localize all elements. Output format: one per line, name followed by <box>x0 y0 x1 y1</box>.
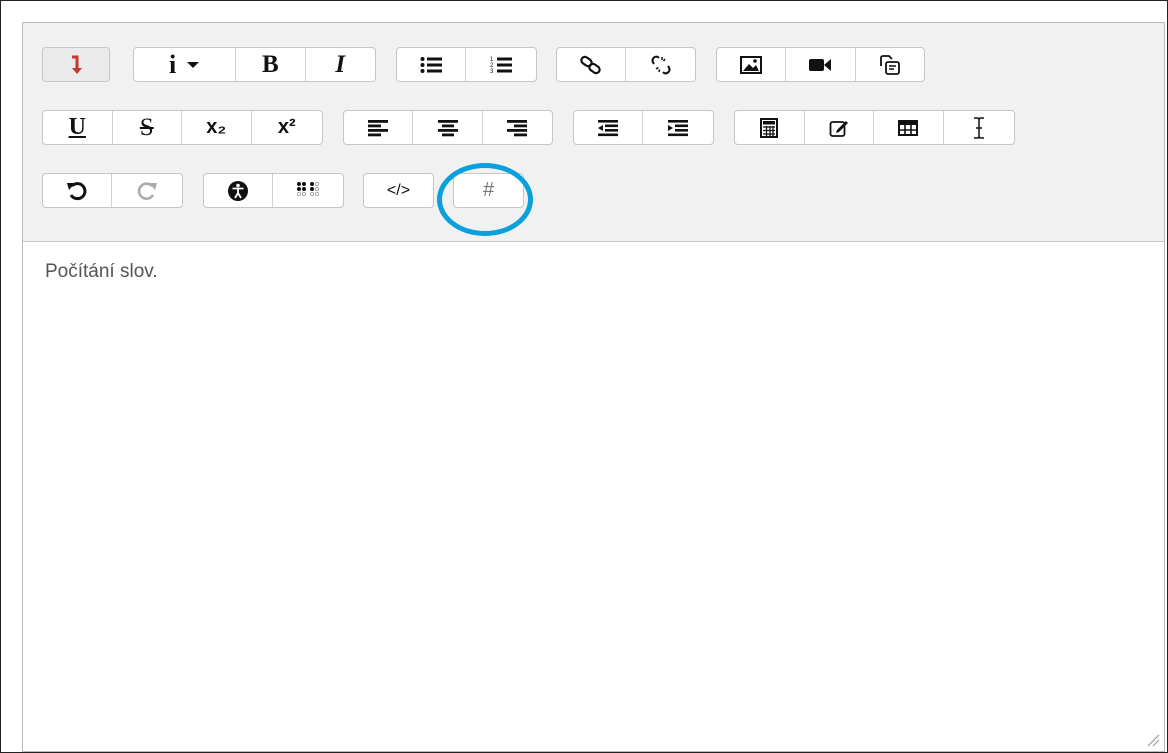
bold-glyph: B <box>262 50 279 78</box>
unordered-list-icon <box>420 56 442 73</box>
image-icon <box>740 55 763 74</box>
history-group <box>42 173 183 208</box>
subscript-glyph: x₂ <box>206 116 227 138</box>
html-group: </> <box>363 173 434 208</box>
link-group <box>556 47 696 82</box>
clear-formatting-button[interactable] <box>944 111 1014 144</box>
insert-video-button[interactable] <box>786 48 856 81</box>
indent-icon <box>668 119 688 136</box>
collapse-toolbar-button[interactable] <box>43 48 109 81</box>
copy-icon <box>879 54 900 75</box>
unlink-button[interactable] <box>626 48 695 81</box>
superscript-glyph: x² <box>277 116 296 138</box>
editor-content-area[interactable]: Počítání slov. <box>23 242 1164 751</box>
align-center-button[interactable] <box>413 111 483 144</box>
underline-button[interactable]: U <box>43 111 113 144</box>
indent-group <box>573 110 714 145</box>
unordered-list-button[interactable] <box>397 48 467 81</box>
unlink-icon <box>651 55 670 74</box>
align-right-icon <box>507 119 528 136</box>
paragraph-style-button[interactable]: i <box>134 48 237 81</box>
html-source-button[interactable]: </> <box>364 174 433 207</box>
editor-text: Počítání slov. <box>45 261 158 282</box>
undo-button[interactable] <box>43 174 113 207</box>
table-icon <box>898 119 919 136</box>
redo-button[interactable] <box>112 174 182 207</box>
superscript-button[interactable]: x² <box>252 111 322 144</box>
align-center-icon <box>437 119 458 136</box>
screen-reader-button[interactable] <box>273 174 343 207</box>
italic-button[interactable]: I <box>306 48 375 81</box>
outdent-button[interactable] <box>574 111 644 144</box>
html-glyph: </> <box>386 181 411 199</box>
outdent-icon <box>598 119 618 136</box>
text-cursor-icon <box>973 116 984 139</box>
strikethrough-glyph: S <box>139 113 154 141</box>
braille-icon <box>296 181 319 196</box>
subscript-button[interactable]: x₂ <box>182 111 252 144</box>
edit-icon <box>829 120 848 137</box>
underline-glyph: U <box>68 114 86 140</box>
word-count-highlight-circle <box>437 163 533 236</box>
arrow-down-red-icon <box>72 55 82 74</box>
svg-text:3: 3 <box>490 69 494 75</box>
indent-button[interactable] <box>643 111 713 144</box>
chevron-down-icon <box>187 61 200 68</box>
accessibility-checker-button[interactable] <box>204 174 274 207</box>
redo-icon <box>137 181 157 200</box>
accessibility-icon <box>228 180 248 201</box>
undo-icon <box>67 181 87 200</box>
video-icon <box>809 58 832 71</box>
link-button[interactable] <box>557 48 626 81</box>
editor-toolbar: i B I 1 2 3 U S x₂ x² </> # <box>23 23 1164 242</box>
media-group <box>716 47 925 82</box>
accessibility-group <box>203 173 344 208</box>
insert-group <box>734 110 1015 145</box>
link-icon <box>580 55 601 74</box>
equation-button[interactable] <box>735 111 805 144</box>
calculator-icon <box>760 117 779 138</box>
edit-button[interactable] <box>805 111 874 144</box>
align-left-button[interactable] <box>344 111 414 144</box>
ordered-list-button[interactable]: 1 2 3 <box>466 48 536 81</box>
align-group <box>343 110 553 145</box>
text-style-group: i B I <box>133 47 376 82</box>
insert-image-button[interactable] <box>717 48 787 81</box>
strikethrough-button[interactable]: S <box>113 111 182 144</box>
align-right-button[interactable] <box>483 111 552 144</box>
resize-handle-icon[interactable] <box>1146 733 1160 747</box>
rich-text-editor: i B I 1 2 3 U S x₂ x² </> # Počítání slo… <box>22 22 1165 752</box>
italic-glyph: I <box>335 50 346 78</box>
manage-files-button[interactable] <box>856 48 924 81</box>
collapse-group <box>42 47 110 82</box>
list-group: 1 2 3 <box>396 47 537 82</box>
bold-button[interactable]: B <box>236 48 306 81</box>
format-group: U S x₂ x² <box>42 110 323 145</box>
table-button[interactable] <box>874 111 944 144</box>
align-left-icon <box>368 119 389 136</box>
info-glyph: i <box>168 49 177 79</box>
ordered-list-icon: 1 2 3 <box>490 57 512 75</box>
